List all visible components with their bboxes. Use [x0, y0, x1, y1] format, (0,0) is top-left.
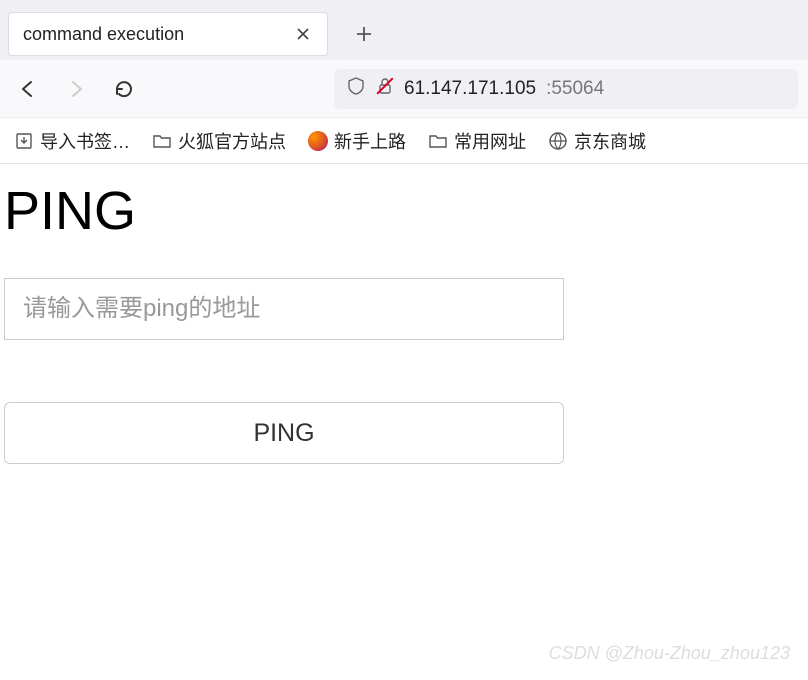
folder-icon	[152, 131, 172, 151]
broken-lock-icon[interactable]	[376, 77, 394, 101]
page-title: PING	[4, 180, 804, 242]
shield-icon[interactable]	[346, 76, 366, 102]
bookmarks-bar: 导入书签… 火狐官方站点 新手上路 常用网址 京东商城	[0, 118, 808, 164]
folder-icon	[428, 131, 448, 151]
bookmark-label: 常用网址	[454, 128, 526, 154]
bookmark-label: 京东商城	[574, 128, 646, 154]
url-host: 61.147.171.105	[404, 78, 536, 100]
watermark: CSDN @Zhou-Zhou_zhou123	[549, 643, 790, 664]
bookmark-label: 导入书签…	[40, 128, 130, 154]
page-content: PING PING	[0, 164, 808, 480]
url-bar[interactable]: 61.147.171.105 :55064	[334, 69, 798, 109]
reload-button[interactable]	[106, 71, 142, 107]
ping-button[interactable]: PING	[4, 402, 564, 464]
close-tab-icon[interactable]	[293, 24, 313, 44]
browser-tab[interactable]: command execution	[8, 12, 328, 56]
bookmark-label: 火狐官方站点	[178, 128, 286, 154]
ping-address-input[interactable]	[4, 278, 564, 340]
import-bookmarks[interactable]: 导入书签…	[14, 128, 130, 154]
getting-started-bookmark[interactable]: 新手上路	[308, 128, 406, 154]
tab-strip: command execution	[0, 0, 808, 60]
jd-mall-bookmark[interactable]: 京东商城	[548, 128, 646, 154]
tab-title: command execution	[23, 24, 184, 45]
import-icon	[14, 131, 34, 151]
new-tab-button[interactable]	[344, 14, 384, 54]
firefox-official-bookmark[interactable]: 火狐官方站点	[152, 128, 286, 154]
url-port: :55064	[546, 78, 604, 100]
firefox-icon	[308, 131, 328, 151]
nav-bar: 61.147.171.105 :55064	[0, 60, 808, 118]
globe-icon	[548, 131, 568, 151]
back-button[interactable]	[10, 71, 46, 107]
common-sites-bookmark[interactable]: 常用网址	[428, 128, 526, 154]
forward-button	[58, 71, 94, 107]
bookmark-label: 新手上路	[334, 128, 406, 154]
